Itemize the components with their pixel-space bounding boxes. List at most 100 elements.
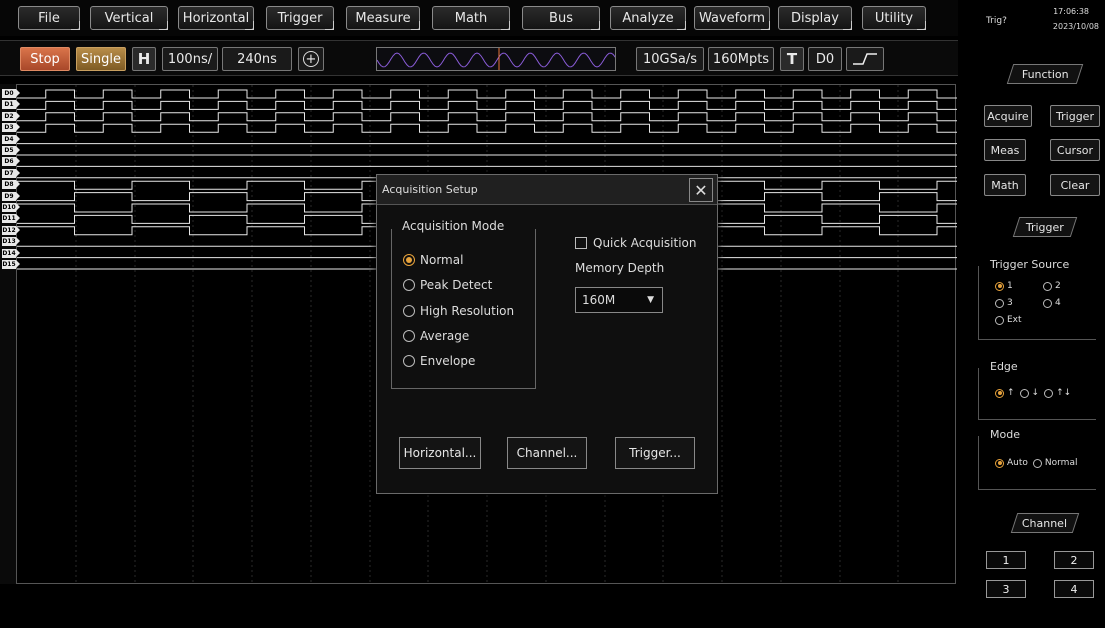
- trigger-source-4[interactable]: 4: [1043, 298, 1061, 308]
- menu-file[interactable]: File: [18, 6, 80, 30]
- single-button[interactable]: Single: [76, 47, 126, 71]
- acq-mode-normal[interactable]: Normal: [403, 253, 463, 267]
- trigger-header-label: Trigger: [1026, 220, 1064, 234]
- edge-rising[interactable]: ↑: [995, 388, 1015, 398]
- menu-measure[interactable]: Measure: [346, 6, 420, 30]
- horizontal-setup-button[interactable]: Horizontal...: [399, 437, 481, 469]
- edge-group: Edge ↑ ↓ ↑↓: [978, 360, 1096, 420]
- close-icon: ✕: [694, 180, 708, 200]
- clear-button[interactable]: Clear: [1050, 174, 1100, 196]
- channel-label-d13[interactable]: D13: [2, 237, 20, 247]
- channel-label-d6[interactable]: D6: [2, 157, 20, 167]
- acquisition-mode-title: Acquisition Mode: [398, 219, 509, 233]
- channel-label-d9[interactable]: D9: [2, 191, 20, 201]
- menu-utility[interactable]: Utility: [862, 6, 926, 30]
- trigger-source-2[interactable]: 2: [1043, 281, 1061, 291]
- delay-field[interactable]: 240ns: [222, 47, 292, 71]
- channel-label-d8[interactable]: D8: [2, 180, 20, 190]
- close-button[interactable]: ✕: [689, 178, 713, 202]
- channel-label-d11[interactable]: D11: [2, 214, 20, 224]
- radio-icon: [1032, 458, 1042, 468]
- menu-waveform[interactable]: Waveform: [694, 6, 770, 30]
- radio-icon: [403, 355, 415, 367]
- trigger-status: Trig?: [986, 16, 1007, 26]
- trigger-function-button[interactable]: Trigger: [1050, 105, 1100, 127]
- trigger-setup-button[interactable]: Trigger...: [615, 437, 695, 469]
- function-header-label: Function: [1021, 67, 1069, 81]
- trigger-source-label: 3: [1007, 298, 1013, 308]
- memory-depth-select[interactable]: 160M ▼: [575, 287, 663, 313]
- trigger-edge-button[interactable]: [846, 47, 884, 71]
- quick-acquisition-checkbox[interactable]: Quick Acquisition: [575, 236, 696, 250]
- trigger-t-button[interactable]: T: [780, 47, 804, 71]
- channel-label-d0[interactable]: D0: [2, 89, 20, 98]
- memory-depth-field[interactable]: 160Mpts: [708, 47, 774, 71]
- radio-selected-icon: [995, 281, 1004, 291]
- channel-setup-button[interactable]: Channel...: [507, 437, 587, 469]
- edge-either-icon: ↑↓: [1056, 388, 1072, 398]
- menu-display[interactable]: Display: [778, 6, 852, 30]
- radio-icon: [403, 279, 415, 291]
- channel-4-button[interactable]: 4: [1054, 580, 1094, 598]
- channel-label-d1[interactable]: D1: [2, 100, 20, 110]
- channel-label-d7[interactable]: D7: [2, 168, 20, 178]
- cursor-button[interactable]: Cursor: [1050, 139, 1100, 161]
- mode-auto[interactable]: Auto: [995, 458, 1028, 468]
- trigger-source-label: 2: [1055, 281, 1061, 291]
- trigger-source-3[interactable]: 3: [995, 298, 1013, 308]
- channel-2-button[interactable]: 2: [1054, 551, 1094, 569]
- acq-mode-average[interactable]: Average: [403, 329, 469, 343]
- clock-date: 2023/10/08: [1052, 22, 1099, 31]
- menu-horizontal[interactable]: Horizontal: [178, 6, 254, 30]
- channel-label-d5[interactable]: D5: [2, 146, 20, 155]
- acq-mode-envelope[interactable]: Envelope: [403, 354, 475, 368]
- channel-1-button[interactable]: 1: [986, 551, 1026, 569]
- channel-label-d14[interactable]: D14: [2, 248, 20, 258]
- acq-mode-peak-detect[interactable]: Peak Detect: [403, 278, 492, 292]
- trigger-source-label: 4: [1055, 298, 1061, 308]
- radio-icon: [995, 315, 1004, 325]
- trigger-source-group: Trigger Source 1 2 3 4 Ext: [978, 258, 1096, 340]
- channel-label-d15[interactable]: D15: [2, 260, 20, 269]
- edge-falling[interactable]: ↓: [1019, 388, 1039, 398]
- mode-group: Mode Auto Normal: [978, 428, 1096, 490]
- zoom-button[interactable]: +: [298, 47, 324, 71]
- trigger-source-1[interactable]: 1: [995, 281, 1013, 291]
- menu-trigger[interactable]: Trigger: [266, 6, 334, 30]
- waveform-overview[interactable]: [376, 47, 616, 71]
- trigger-source-label: 1: [1007, 281, 1013, 291]
- menu-vertical[interactable]: Vertical: [90, 6, 168, 30]
- radio-icon: [1043, 298, 1052, 308]
- sample-rate-field[interactable]: 10GSa/s: [636, 47, 704, 71]
- horizontal-h-button[interactable]: H: [132, 47, 156, 71]
- menu-math[interactable]: Math: [432, 6, 510, 30]
- radio-icon: [403, 305, 415, 317]
- edge-either[interactable]: ↑↓: [1044, 388, 1071, 398]
- acq-mode-high-resolution[interactable]: High Resolution: [403, 304, 514, 318]
- radio-selected-icon: [403, 254, 415, 266]
- menu-bus[interactable]: Bus: [522, 6, 600, 30]
- channel-label-d12[interactable]: D12: [2, 225, 20, 235]
- trigger-source-field[interactable]: D0: [808, 47, 842, 71]
- function-section-header: Function: [1006, 64, 1084, 84]
- channel-label-d2[interactable]: D2: [2, 111, 20, 121]
- radio-selected-icon: [995, 458, 1004, 468]
- acq-mode-label: High Resolution: [420, 304, 515, 318]
- meas-button[interactable]: Meas: [984, 139, 1026, 161]
- channel-label-d10[interactable]: D10: [2, 203, 20, 212]
- menu-analyze[interactable]: Analyze: [610, 6, 686, 30]
- channel-label-d4[interactable]: D4: [2, 134, 20, 144]
- overview-sine-trace: [377, 48, 615, 70]
- trigger-source-ext[interactable]: Ext: [995, 315, 1022, 325]
- radio-icon: [1043, 281, 1052, 291]
- math-button[interactable]: Math: [984, 174, 1026, 196]
- acq-mode-label: Normal: [420, 253, 464, 267]
- acquire-button[interactable]: Acquire: [984, 105, 1032, 127]
- timebase-field[interactable]: 100ns/: [162, 47, 218, 71]
- channel-3-button[interactable]: 3: [986, 580, 1026, 598]
- mode-normal[interactable]: Normal: [1032, 458, 1077, 468]
- channel-header-label: Channel: [1022, 516, 1068, 530]
- dropdown-arrow-icon: ▼: [647, 295, 654, 305]
- stop-button[interactable]: Stop: [20, 47, 70, 71]
- channel-label-d3[interactable]: D3: [2, 123, 20, 133]
